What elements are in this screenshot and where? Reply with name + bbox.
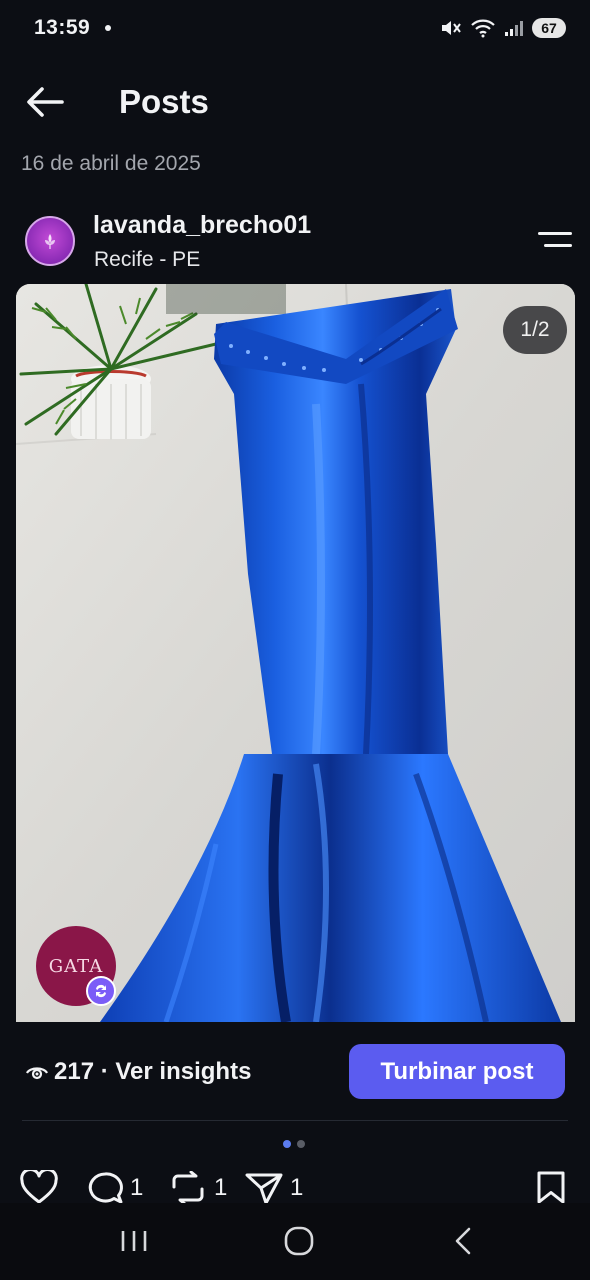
media-counter: 1/2 <box>503 306 567 354</box>
post-date: 16 de abril de 2025 <box>21 152 201 175</box>
share-count: 1 <box>290 1174 304 1201</box>
post-media[interactable]: 1/2 GATA <box>16 284 575 1022</box>
heart-icon <box>20 1170 58 1204</box>
comment-button[interactable]: 1 <box>86 1170 143 1206</box>
arrow-left-icon <box>27 87 64 117</box>
page-title: Posts <box>119 83 209 120</box>
insights-label: 217 · Ver insights <box>54 1058 252 1085</box>
comment-icon <box>88 1172 123 1204</box>
recents-icon[interactable] <box>114 1223 154 1259</box>
hamburger-menu-icon[interactable] <box>536 227 572 255</box>
menu-line <box>538 232 572 235</box>
carousel-dot-active <box>283 1140 291 1148</box>
sync-icon <box>86 976 116 1006</box>
carousel-indicator <box>283 1140 305 1148</box>
eye-icon <box>26 1067 48 1080</box>
wifi-icon <box>471 19 495 38</box>
status-time: 13:59 <box>34 16 91 39</box>
comment-count: 1 <box>130 1174 144 1201</box>
signal-icon <box>505 21 523 36</box>
boost-post-button[interactable]: Turbinar post <box>349 1044 565 1099</box>
status-icons: 67 <box>440 16 566 40</box>
photo-blue-satin-mermaid-dress <box>16 284 575 1022</box>
repost-count: 1 <box>214 1174 228 1201</box>
back-button[interactable] <box>22 82 68 122</box>
mute-vibrate-icon <box>442 21 461 35</box>
share-icon <box>245 1173 283 1205</box>
battery-icon: 67 <box>532 18 566 38</box>
post-actions: 1 1 1 <box>0 1170 590 1206</box>
insights-link[interactable]: 217 · Ver insights <box>26 1058 251 1086</box>
seller-badge-logo: GATA <box>48 955 104 977</box>
divider <box>22 1120 568 1121</box>
carousel-dot <box>297 1140 305 1148</box>
repost-button[interactable]: 1 <box>168 1170 227 1206</box>
system-nav-bar <box>0 1203 590 1280</box>
author-location: Recife - PE <box>94 248 201 271</box>
avatar[interactable] <box>25 216 75 266</box>
author-username[interactable]: lavanda_brecho01 <box>93 210 311 240</box>
menu-line <box>544 244 572 247</box>
save-button[interactable] <box>534 1170 568 1204</box>
header: Posts <box>0 70 590 134</box>
insights-row: 217 · Ver insights Turbinar post <box>0 1022 590 1122</box>
post-author-row: lavanda_brecho01 Recife - PE <box>0 200 590 280</box>
home-icon[interactable] <box>279 1223 319 1259</box>
repost-icon <box>172 1171 204 1205</box>
notification-dot <box>105 25 111 31</box>
like-button[interactable] <box>20 1170 58 1204</box>
status-bar: 13:59 67 <box>0 0 590 56</box>
share-button[interactable]: 1 <box>244 1170 303 1206</box>
back-icon[interactable] <box>445 1223 485 1259</box>
avatar-logo <box>45 234 55 249</box>
bookmark-icon <box>537 1171 565 1204</box>
